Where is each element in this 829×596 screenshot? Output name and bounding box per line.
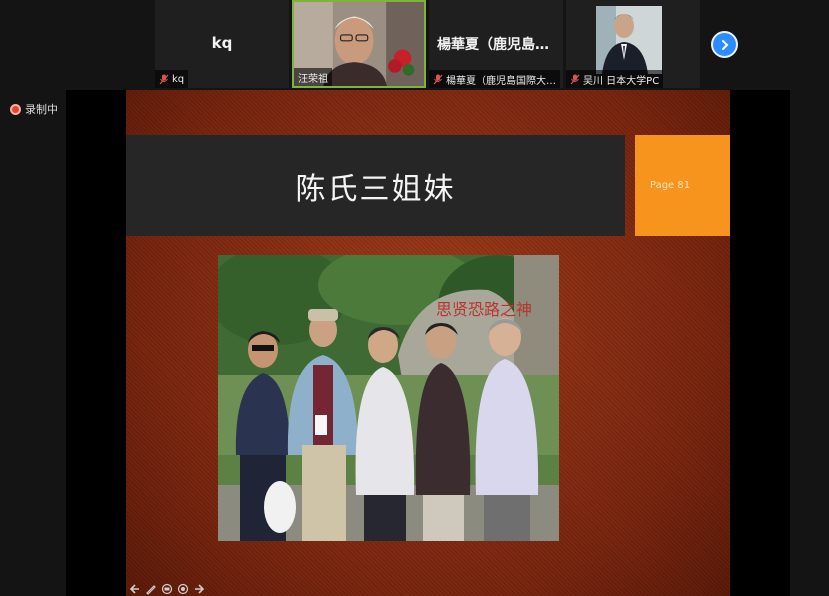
participant-tile-yang[interactable]: 楊華夏（鹿児島… 楊華夏（鹿児島国際大…	[429, 0, 563, 88]
slide-photo: 思贤恐路之神	[218, 255, 559, 541]
participant-name-bar: 吴川 日本大学PC	[566, 70, 664, 88]
participant-tile-kq[interactable]: kq kq	[155, 0, 289, 88]
mic-muted-icon	[433, 74, 443, 84]
participant-tile-host[interactable]: 汪荣祖	[292, 0, 426, 88]
recording-label: 录制中	[25, 103, 58, 116]
participant-name: 汪荣祖	[298, 73, 328, 85]
recording-dot-icon	[10, 103, 21, 115]
arrow-right-icon[interactable]	[192, 582, 206, 596]
recording-indicator[interactable]: 录制中	[10, 101, 58, 117]
participant-big-name: 楊華夏（鹿児島…	[437, 37, 549, 53]
slides-icon[interactable]	[160, 582, 174, 596]
slide-controls	[126, 582, 206, 596]
participant-name-bar: 汪荣祖	[294, 68, 332, 86]
mic-muted-icon	[159, 74, 169, 84]
slide-page-box: Page 81	[635, 135, 730, 236]
slide-page-label: Page 81	[650, 180, 691, 191]
arrow-left-icon[interactable]	[128, 582, 142, 596]
participant-big-name: kq	[211, 34, 233, 52]
presentation-slide: 陈氏三姐妹 Page 81 思贤恐路之神	[126, 90, 730, 596]
slide-title: 陈氏三姐妹	[295, 171, 456, 207]
stone-inscription: 思贤恐路之神	[436, 300, 532, 319]
participant-name-bar: kq	[155, 70, 189, 88]
participant-name: 楊華夏（鹿児島国際大…	[446, 75, 556, 87]
mic-muted-icon	[570, 74, 580, 84]
participant-strip: kq kq 汪荣祖 楊華夏（鹿児島… 楊華夏（鹿児島国際大… 吴川 日本大学PC	[155, 0, 700, 88]
participant-tile-wuchuan[interactable]: 吴川 日本大学PC	[566, 0, 700, 88]
chevron-right-icon	[721, 39, 728, 50]
pen-icon[interactable]	[144, 582, 158, 596]
shared-screen[interactable]: 陈氏三姐妹 Page 81 思贤恐路之神	[66, 90, 790, 596]
participant-name: kq	[172, 73, 185, 85]
participant-name: 吴川 日本大学PC	[583, 75, 660, 87]
participant-name-bar: 楊華夏（鹿児島国際大…	[429, 70, 560, 88]
next-participants-button[interactable]	[711, 31, 738, 58]
slide-title-box: 陈氏三姐妹	[126, 135, 625, 236]
zoom-icon[interactable]	[176, 582, 190, 596]
